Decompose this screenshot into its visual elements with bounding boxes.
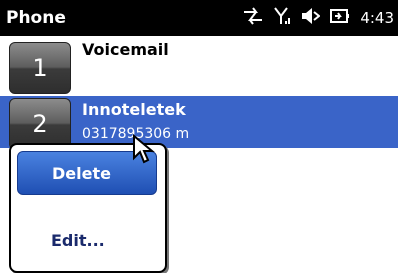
- app-title: Phone: [6, 8, 66, 28]
- pointer-cursor-icon: [132, 133, 156, 168]
- entry-name: Voicemail: [82, 40, 169, 59]
- data-transfer-icon: [242, 6, 264, 30]
- menu-item-edit[interactable]: Edit...: [17, 219, 157, 263]
- battery-charging-icon[interactable]: [330, 6, 350, 30]
- speed-dial-entry-selected[interactable]: 2 Innoteletek 0317895306 m: [0, 96, 398, 150]
- signal-icon[interactable]: [274, 6, 291, 30]
- status-area: 4:43: [242, 6, 394, 30]
- volume-icon[interactable]: [300, 6, 321, 30]
- entry-name: Innoteletek: [82, 100, 186, 119]
- title-bar: Phone 4:43: [0, 0, 398, 36]
- speed-dial-entry-voicemail[interactable]: 1 Voicemail: [0, 36, 398, 96]
- clock[interactable]: 4:43: [360, 9, 394, 27]
- speed-dial-key-1[interactable]: 1: [9, 42, 71, 94]
